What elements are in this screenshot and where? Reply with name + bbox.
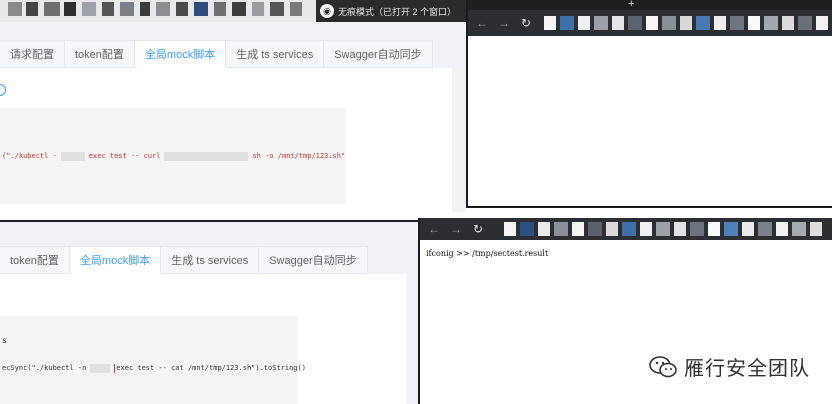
redacted-block: [90, 364, 111, 373]
code-fragment: sh -o /mnt/tmp/123.sh": [252, 152, 346, 160]
tab-swagger-sync[interactable]: Swagger自动同步: [259, 246, 368, 274]
code-fragment: exec test -- curl: [88, 152, 161, 160]
top-app-window: 请求配置 token配置 全局mock脚本 生成 ts services Swa…: [0, 22, 466, 212]
forward-arrow-icon[interactable]: →: [498, 16, 510, 30]
top-app-tabs: 请求配置 token配置 全局mock脚本 生成 ts services Swa…: [0, 40, 433, 68]
tab-token-config[interactable]: token配置: [65, 40, 135, 68]
wechat-icon: [649, 355, 677, 377]
bottom-code-line: ecSync("./kubectl -n exec test -- cat /m…: [2, 364, 306, 373]
help-circle-icon[interactable]: [0, 84, 6, 96]
tab-request-config[interactable]: 请求配置: [0, 40, 65, 68]
tab-swagger-sync[interactable]: Swagger自动同步: [324, 40, 433, 68]
incognito-icon: ◉: [320, 4, 334, 18]
browser-tab-strip: +: [468, 0, 832, 10]
tab-token-config[interactable]: token配置: [0, 246, 70, 274]
top-code-line: ("./kubectl - exec test -- curl sh -o /m…: [2, 152, 345, 161]
bottom-app-tabs: token配置 全局mock脚本 生成 ts services Swagger自…: [0, 246, 368, 274]
incognito-label: 无痕模式（已打开 2 个窗口）: [338, 6, 457, 17]
code-fragment: exec test -- cat /mnt/tmp/123.sh").toStr…: [114, 364, 306, 373]
new-tab-button[interactable]: +: [628, 0, 634, 10]
back-arrow-icon[interactable]: ←: [428, 222, 440, 236]
top-tab-content: ("./kubectl - exec test -- curl sh -o /m…: [0, 68, 452, 212]
redacted-block: [60, 152, 85, 161]
reload-icon[interactable]: ↻: [520, 16, 532, 30]
top-browser-window: + ← → ↻: [466, 0, 832, 208]
code-prefix: s: [2, 336, 7, 345]
tab-generate-ts-services[interactable]: 生成 ts services: [226, 40, 325, 68]
reload-icon[interactable]: ↻: [472, 222, 484, 236]
forward-arrow-icon[interactable]: →: [450, 222, 462, 236]
code-fragment: ecSync("./kubectl -n: [2, 364, 87, 372]
tab-global-mock-script[interactable]: 全局mock脚本: [69, 246, 162, 274]
back-arrow-icon[interactable]: ←: [476, 16, 488, 30]
watermark: 雁行安全团队: [648, 352, 810, 381]
watermark-text: 雁行安全团队: [684, 356, 810, 380]
incognito-indicator: ◉ 无痕模式（已打开 2 个窗口）: [316, 0, 466, 22]
tab-global-mock-script[interactable]: 全局mock脚本: [134, 40, 227, 68]
bottom-code-editor[interactable]: s ecSync("./kubectl -n exec test -- cat …: [0, 316, 306, 404]
tab-generate-ts-services[interactable]: 生成 ts services: [161, 246, 260, 274]
page-output-text: ifconig >> /tmp/sectest.result: [426, 249, 549, 258]
top-code-editor[interactable]: ("./kubectl - exec test -- curl sh -o /m…: [0, 108, 346, 204]
redacted-block: [164, 152, 249, 161]
bottom-app-window: token配置 全局mock脚本 生成 ts services Swagger自…: [0, 220, 420, 404]
code-fragment: ("./kubectl -: [2, 152, 57, 160]
bottom-tab-content: s ecSync("./kubectl -n exec test -- cat …: [0, 274, 406, 404]
